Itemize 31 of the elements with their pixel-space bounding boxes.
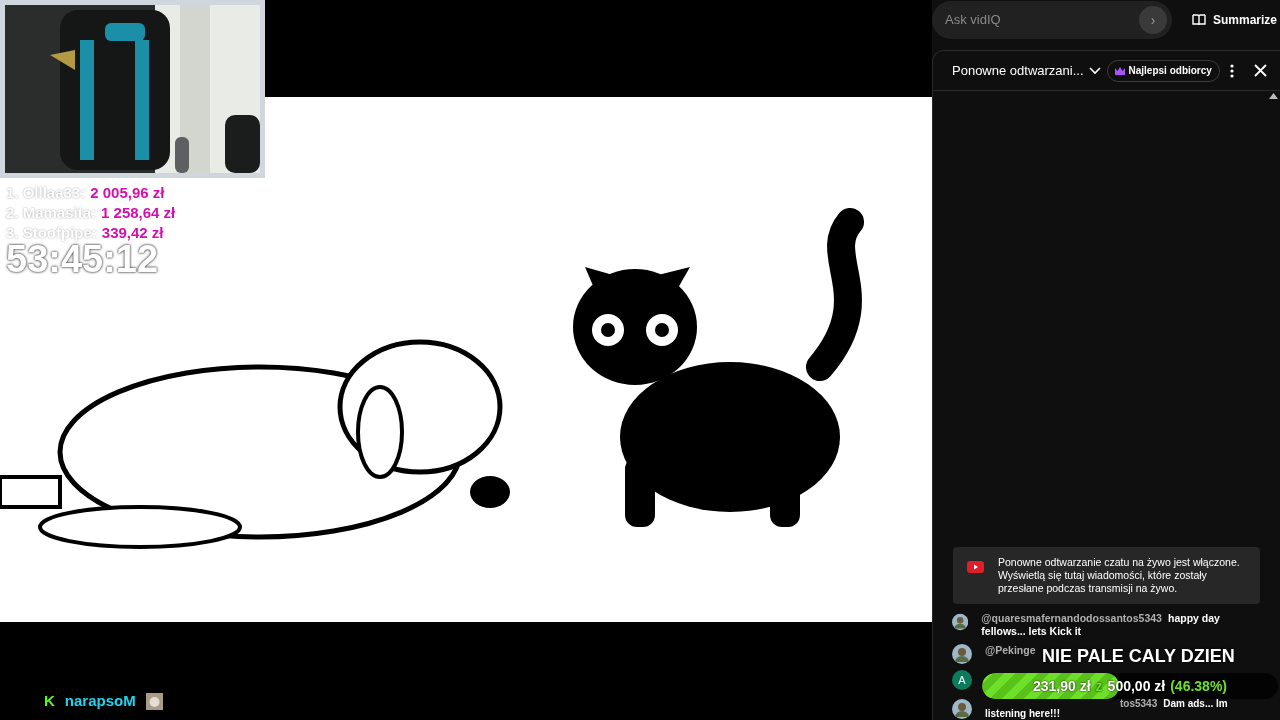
chat-author[interactable]: @quaresmafernandodossantos5343 [981,612,1162,624]
notice-text: Ponowne odtwarzanie czatu na żywo jest włączone. Wyświetlą się tutaj wiadomości, które zostały przesłane podczas transmisji na żywo. [998,556,1241,595]
emote-icon [145,692,163,710]
summarize-button[interactable]: Summarize [1192,11,1278,29]
donation-amount: 2 005,96 zł [90,182,165,203]
donation-amount: 339,42 zł [101,222,164,241]
chat-message: @quaresmafernandodossantos5343 happy day fellows... lets Kick it [981,612,1221,638]
play-logo-icon [967,561,984,573]
goal-percent-text: (46.38%) [1170,676,1227,696]
avatar [952,612,969,632]
send-button[interactable]: › [1139,6,1167,34]
chat-author[interactable]: @Pekinge [985,644,1036,656]
kick-label: K [44,691,55,711]
goal-title: NIE PALE CALY DZIEN [1042,645,1235,667]
chat-mode-dropdown[interactable]: Ponowne odtwarzani... [952,60,1101,81]
more-options-icon[interactable] [1229,63,1234,78]
crown-icon [1114,66,1125,75]
ask-vidiq-field[interactable]: Ask vidIQ › [932,1,1172,39]
goal-raised-text: 231,90 zł [1033,676,1091,696]
chevron-down-icon [1088,66,1101,75]
donation-amount: 1 258,64 zł [101,202,176,223]
avatar: A [952,670,972,690]
goal-separator-text: z [1095,676,1103,696]
avatar [952,699,972,719]
close-icon[interactable] [1253,64,1267,77]
chat-message: tos5343 Dam ads... Im listening here!!! [985,699,1229,719]
channel-name: narapsoM [64,691,136,711]
scroll-up-icon[interactable] [1269,93,1278,99]
book-icon [1192,14,1206,26]
chat-author[interactable]: tos5343 [1120,698,1158,709]
avatar [952,644,972,664]
